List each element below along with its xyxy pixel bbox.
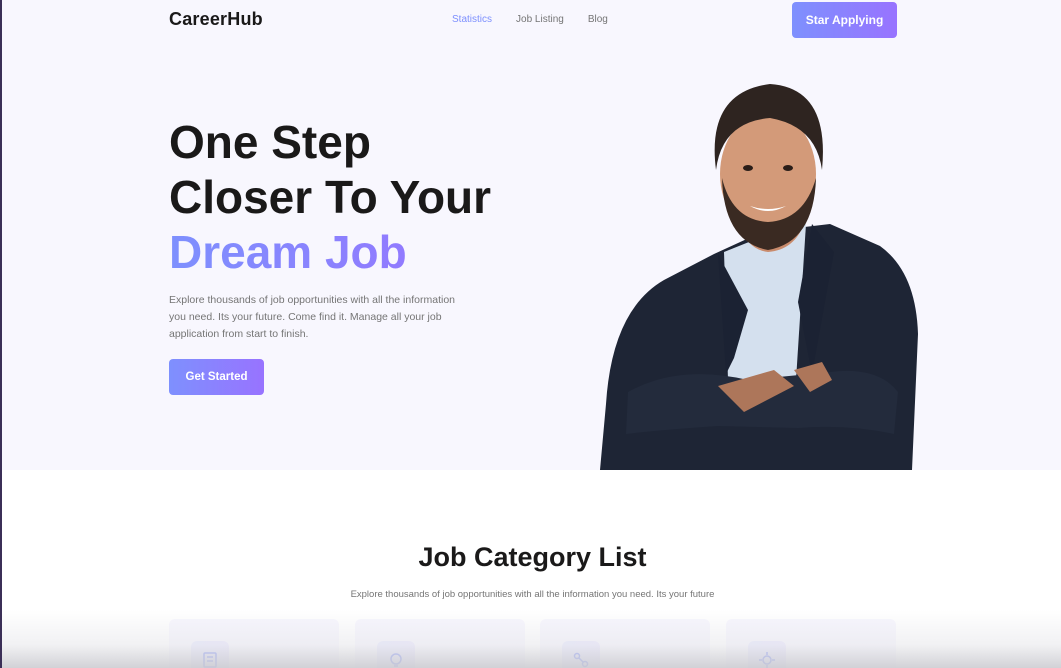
category-card-1[interactable]: [169, 619, 339, 668]
accounts-icon: [191, 641, 229, 668]
page: CareerHub Statistics Job Listing Blog St…: [0, 0, 1061, 668]
navbar: CareerHub Statistics Job Listing Blog St…: [169, 0, 897, 40]
hero-title: One Step Closer To Your Dream Job: [169, 115, 491, 280]
nav-link-statistics[interactable]: Statistics: [452, 14, 492, 25]
job-category-title: Job Category List: [418, 542, 647, 572]
hero-section: CareerHub Statistics Job Listing Blog St…: [2, 0, 1061, 470]
hero-description: Explore thousands of job opportunities w…: [169, 294, 456, 340]
hero-title-line-1: One Step: [169, 116, 371, 168]
get-started-button[interactable]: Get Started: [169, 359, 264, 395]
hero-title-accent: Dream Job: [169, 225, 491, 280]
category-card-2[interactable]: [355, 619, 525, 668]
engineering-icon: [748, 641, 786, 668]
hero-title-line-2: Closer To Your: [169, 171, 492, 223]
hero-person-image: [600, 84, 918, 470]
marketing-icon: [562, 641, 600, 668]
nav-link-blog[interactable]: Blog: [588, 14, 608, 25]
nav-link-job-listing[interactable]: Job Listing: [516, 14, 564, 25]
category-card-4[interactable]: [726, 619, 896, 668]
creative-icon: [377, 641, 415, 668]
job-category-cards: [169, 619, 897, 668]
category-card-3[interactable]: [540, 619, 710, 668]
nav-links: Statistics Job Listing Blog: [452, 14, 608, 25]
start-applying-button[interactable]: Star Applying: [792, 2, 897, 38]
job-category-subtitle: Explore thousands of job opportunities w…: [350, 589, 715, 600]
brand-logo[interactable]: CareerHub: [169, 9, 263, 30]
